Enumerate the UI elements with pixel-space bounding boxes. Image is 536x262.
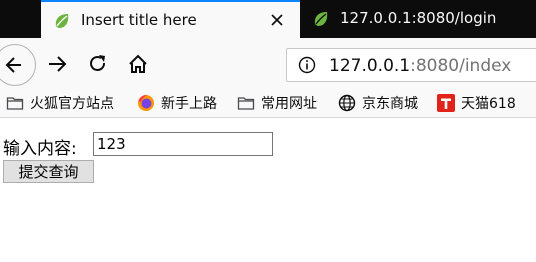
folder-icon bbox=[6, 97, 24, 110]
forward-arrow-icon[interactable] bbox=[47, 54, 69, 74]
content-input[interactable] bbox=[93, 132, 273, 156]
url-host: 127.0.0.1 bbox=[329, 56, 411, 76]
bookmark-label: 京东商城 bbox=[362, 96, 418, 112]
submit-query-button[interactable]: 提交查询 bbox=[3, 160, 94, 183]
tab-title: 127.0.0.1:8080/login bbox=[340, 9, 497, 27]
url-path: :8080/index bbox=[410, 56, 512, 76]
bookmark-label: 天猫618 bbox=[461, 96, 516, 112]
bookmark-firefox-official[interactable]: 火狐官方站点 bbox=[6, 92, 114, 114]
tab-insert-title[interactable]: Insert title here bbox=[41, 0, 300, 38]
spring-leaf-icon bbox=[55, 14, 69, 28]
bookmark-common-sites[interactable]: 常用网址 bbox=[237, 92, 317, 114]
bookmark-getting-started[interactable]: 新手上路 bbox=[137, 92, 217, 114]
info-icon[interactable] bbox=[298, 56, 316, 74]
globe-icon bbox=[338, 94, 356, 112]
tab-strip: Insert title here 127.0.0.1:8080/login bbox=[0, 0, 536, 38]
reload-icon[interactable] bbox=[88, 54, 108, 74]
back-arrow-icon bbox=[5, 57, 21, 73]
url-bar[interactable]: 127.0.0.1:8080/index bbox=[286, 48, 536, 82]
back-button[interactable] bbox=[0, 44, 36, 86]
close-tab-icon[interactable] bbox=[270, 13, 284, 27]
spring-leaf-icon bbox=[314, 12, 328, 26]
bookmark-label: 常用网址 bbox=[261, 96, 317, 112]
home-icon[interactable] bbox=[127, 53, 149, 75]
navigation-toolbar: 127.0.0.1:8080/index bbox=[0, 38, 536, 88]
tab-login[interactable]: 127.0.0.1:8080/login bbox=[300, 0, 536, 38]
page-content: 输入内容: 提交查询 bbox=[0, 118, 536, 262]
input-label: 输入内容: bbox=[3, 139, 77, 159]
bookmark-label: 新手上路 bbox=[161, 96, 217, 112]
tab-title: Insert title here bbox=[81, 11, 197, 29]
bookmark-label: 火狐官方站点 bbox=[30, 96, 114, 112]
url-text: 127.0.0.1:8080/index bbox=[329, 56, 511, 76]
tmall-icon bbox=[437, 94, 455, 112]
bookmarks-toolbar: 火狐官方站点 新手上路 常用网址 京东商城 天猫618 bbox=[0, 88, 536, 118]
folder-icon bbox=[237, 97, 255, 110]
bookmark-jd-mall[interactable]: 京东商城 bbox=[338, 92, 418, 114]
bookmark-tmall-618[interactable]: 天猫618 bbox=[437, 92, 516, 114]
firefox-icon bbox=[138, 95, 154, 111]
